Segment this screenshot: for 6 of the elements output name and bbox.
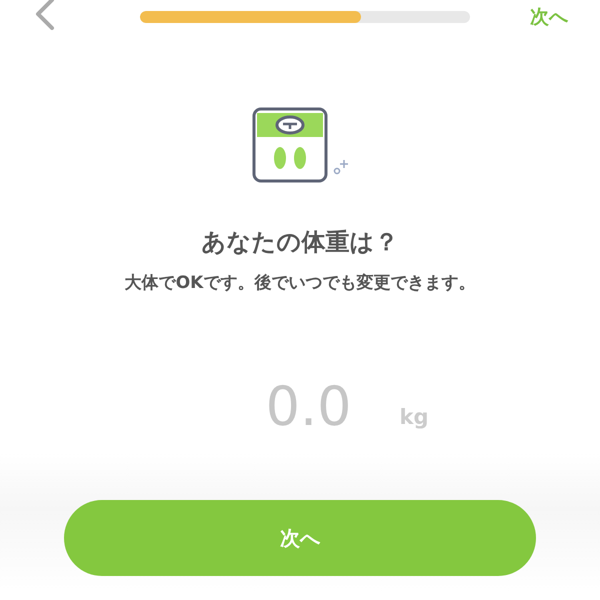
next-button[interactable]: 次へ	[64, 500, 536, 576]
question-title: あなたの体重は？	[200, 228, 400, 257]
back-icon	[34, 0, 56, 30]
next-link[interactable]: 次へ	[530, 2, 568, 32]
weight-input[interactable]: 0.0	[232, 366, 352, 448]
question-subtitle: 大体でOKです。後でいつでも変更できます。	[124, 272, 476, 295]
